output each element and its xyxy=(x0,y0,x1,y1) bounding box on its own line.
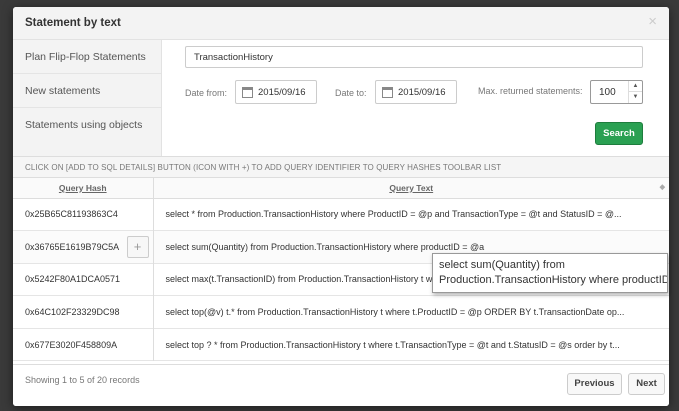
column-header-query-hash[interactable]: Query Hash xyxy=(13,178,154,199)
statement-text-input[interactable] xyxy=(185,46,643,68)
query-text-cell: select * from Production.TransactionHist… xyxy=(165,209,622,220)
query-hash-cell: 0x5242F80A1DCA0571 xyxy=(13,263,154,296)
column-header-label: Query Text xyxy=(389,182,434,193)
table-row[interactable]: 0x25B65C81193863C4 select * from Product… xyxy=(13,198,669,231)
max-returned-label: Max. returned statements: xyxy=(478,86,583,96)
calendar-icon xyxy=(242,87,253,98)
max-returned-stepper[interactable]: 100 ▲ ▼ xyxy=(590,80,643,104)
decrement-icon[interactable]: ▼ xyxy=(629,92,642,103)
hint-text: CLICK ON [ADD TO SQL DETAILS] BUTTON (IC… xyxy=(13,156,669,178)
next-page-button[interactable]: Next xyxy=(628,373,665,395)
max-returned-value: 100 xyxy=(599,87,616,98)
date-to-field[interactable]: 2015/09/16 xyxy=(375,80,457,104)
query-text-tooltip: select sum(Quantity) from Production.Tra… xyxy=(432,253,668,293)
dialog-title: Statement by text xyxy=(25,17,121,29)
query-hash-cell: 0x25B65C81193863C4 xyxy=(13,198,154,231)
statement-by-text-dialog: Statement by text × Plan Flip-Flop State… xyxy=(13,7,669,406)
search-button[interactable]: Search xyxy=(595,122,643,145)
column-header-label: Query Hash xyxy=(58,182,107,193)
query-hash-cell: 0x36765E1619B79C5A + xyxy=(13,230,154,264)
close-icon[interactable]: × xyxy=(648,14,657,29)
filter-area: Plan Flip-Flop Statements New statements… xyxy=(13,40,669,156)
calendar-icon xyxy=(382,87,393,98)
date-to-value: 2015/09/16 xyxy=(398,87,446,98)
records-info: Showing 1 to 5 of 20 records xyxy=(25,375,140,385)
dialog-header: Statement by text × xyxy=(13,7,669,40)
date-to-label: Date to: xyxy=(335,88,367,98)
tooltip-line: select sum(Quantity) from xyxy=(439,259,565,271)
previous-page-button[interactable]: Previous xyxy=(567,373,622,395)
sidebar-item-new-statements[interactable]: New statements xyxy=(13,74,161,108)
table-row[interactable]: 0x677E3020F458809A select top ? * from P… xyxy=(13,328,669,361)
table-row[interactable]: 0x64C102F23329DC98 select top(@v) t.* fr… xyxy=(13,295,669,329)
sidebar-item-statements-using-objects[interactable]: Statements using objects xyxy=(13,108,161,156)
date-from-label: Date from: xyxy=(185,88,228,98)
sort-icon[interactable]: ◆ xyxy=(660,183,665,191)
stepper-arrows: ▲ ▼ xyxy=(628,81,642,103)
column-header-query-text[interactable]: Query Text ◆ xyxy=(153,178,669,199)
sidebar-item-plan-flip-flop[interactable]: Plan Flip-Flop Statements xyxy=(13,40,161,74)
query-hash-value: 0x36765E1619B79C5A xyxy=(25,241,120,252)
table-header-row: Query Hash Query Text ◆ xyxy=(13,178,669,199)
tooltip-line: Production.TransactionHistory where prod… xyxy=(439,274,668,286)
table-footer: Showing 1 to 5 of 20 records Previous Ne… xyxy=(13,364,669,406)
query-hash-cell: 0x64C102F23329DC98 xyxy=(13,295,154,329)
date-from-field[interactable]: 2015/09/16 xyxy=(235,80,317,104)
increment-icon[interactable]: ▲ xyxy=(629,81,642,92)
add-to-sql-details-button[interactable]: + xyxy=(126,236,149,259)
query-hash-cell: 0x677E3020F458809A xyxy=(13,328,154,361)
sidebar: Plan Flip-Flop Statements New statements… xyxy=(13,40,162,156)
date-from-value: 2015/09/16 xyxy=(258,87,306,98)
query-text-cell: select top ? * from Production.Transacti… xyxy=(165,339,620,350)
query-text-cell: select top(@v) t.* from Production.Trans… xyxy=(165,307,625,318)
